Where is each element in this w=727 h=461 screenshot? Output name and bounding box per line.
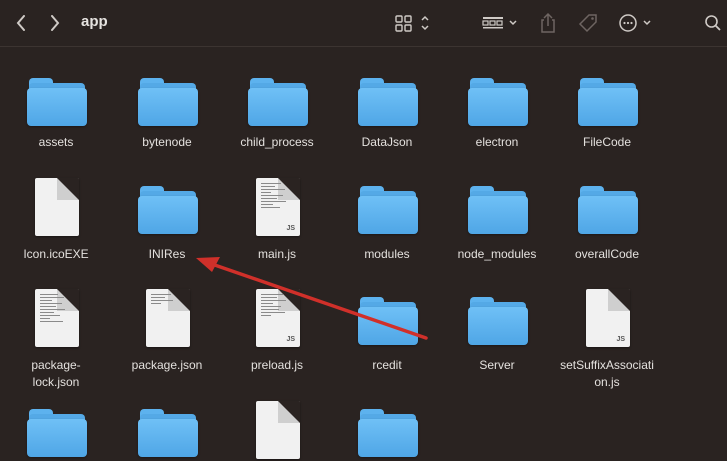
search-icon <box>705 15 721 31</box>
file-label: modules <box>364 247 410 261</box>
grid-view-icon <box>395 15 429 32</box>
document-icon <box>27 178 87 238</box>
more-actions-button[interactable] <box>618 0 658 46</box>
tag-button[interactable] <box>576 0 600 46</box>
file-label: Server <box>479 358 515 372</box>
share-icon <box>541 12 555 33</box>
folder-icon <box>468 178 528 238</box>
folder-icon <box>578 178 638 238</box>
file-label: node_modules <box>457 247 537 261</box>
folder-icon <box>358 401 418 461</box>
js-file-icon: JS <box>248 289 308 349</box>
more-icon <box>619 14 651 32</box>
file-label: child_process <box>240 135 314 149</box>
file-label: preload.js <box>250 358 304 372</box>
file-label: setSuffixAssociati on.js <box>560 358 654 389</box>
file-label: Icon.icoEXE <box>23 247 89 261</box>
file-label: FileCode <box>582 135 632 149</box>
file-label: overallCode <box>574 247 640 261</box>
file-label: assets <box>38 135 74 149</box>
search-button[interactable] <box>702 0 724 46</box>
folder-icon <box>27 70 87 130</box>
back-button[interactable] <box>10 0 32 46</box>
file-label: bytenode <box>142 135 192 149</box>
tag-icon <box>578 14 597 33</box>
js-file-icon: JS <box>248 178 308 238</box>
file-label: DataJson <box>361 135 413 149</box>
folder-icon <box>248 70 308 130</box>
folder-icon <box>468 289 528 349</box>
file-label: electron <box>475 135 519 149</box>
json-file-icon <box>138 289 198 349</box>
folder-icon <box>358 289 418 349</box>
folder-icon <box>578 70 638 130</box>
json-file-icon <box>27 289 87 349</box>
view-mode-button[interactable] <box>392 0 434 46</box>
share-button[interactable] <box>536 0 560 46</box>
forward-button[interactable] <box>44 0 66 46</box>
file-label: INIRes <box>148 247 186 261</box>
folder-icon <box>358 70 418 130</box>
folder-icon <box>138 70 198 130</box>
folder-icon <box>358 178 418 238</box>
chevron-right-icon <box>51 15 60 31</box>
chevron-left-icon <box>16 15 25 31</box>
document-icon <box>248 401 308 461</box>
group-button[interactable] <box>480 0 522 46</box>
file-label: package.json <box>131 358 203 372</box>
window-title: app <box>81 13 108 30</box>
group-icon <box>482 17 517 29</box>
folder-icon <box>27 401 87 461</box>
folder-icon <box>468 70 528 130</box>
file-grid: assets bytenode child_process DataJson e… <box>0 47 727 459</box>
js-file-icon: JS <box>578 289 638 349</box>
file-label: main.js <box>257 247 296 261</box>
folder-icon <box>138 178 198 238</box>
folder-icon <box>138 401 198 461</box>
toolbar: app <box>0 0 727 47</box>
file-label: package-lock.json <box>31 358 81 389</box>
file-label: rcedit <box>372 358 402 372</box>
